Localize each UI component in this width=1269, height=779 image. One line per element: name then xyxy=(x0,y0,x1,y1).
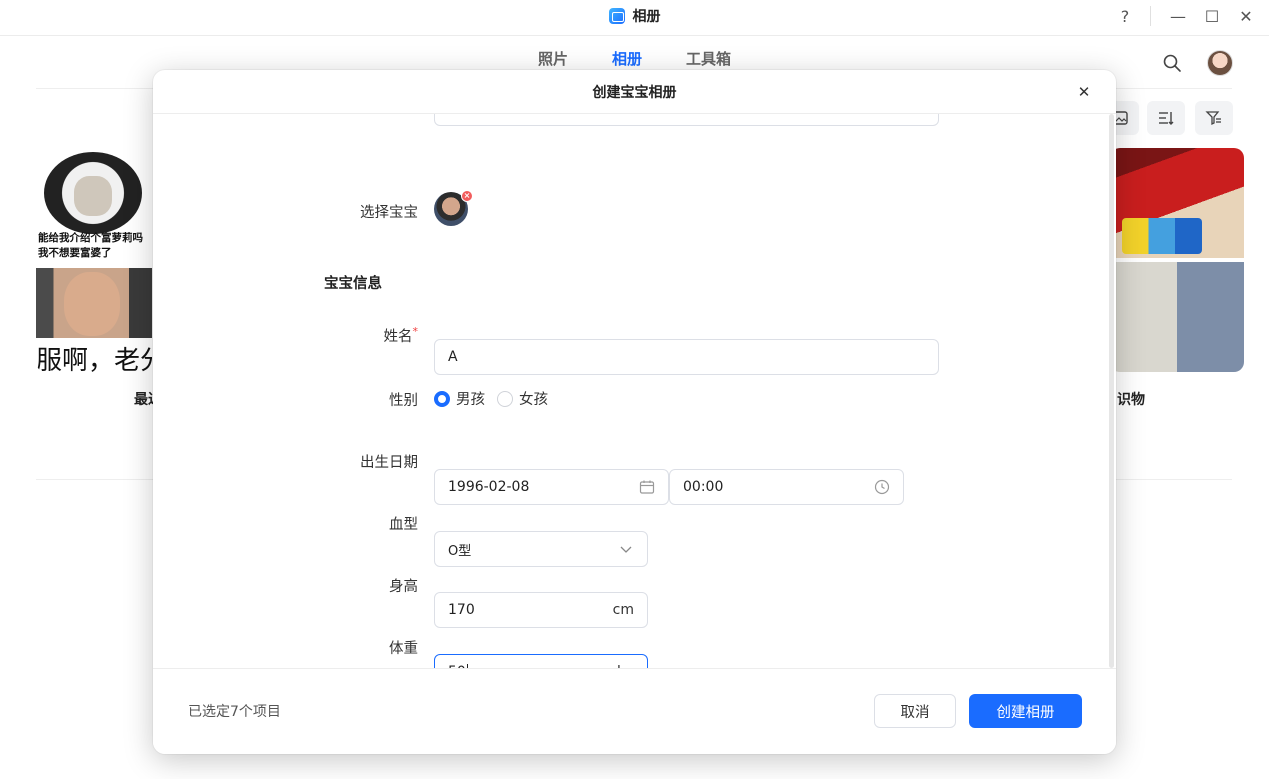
dialog-scroll-body[interactable]: 选择宝宝 × 宝宝信息 姓名* A 性别 男孩 女孩 出生日期 1996-02-… xyxy=(153,114,1116,668)
blood-type-select[interactable]: O型 xyxy=(434,531,648,567)
weight-label: 体重 xyxy=(389,641,418,657)
dialog-footer: 已选定7个项目 取消 创建相册 xyxy=(153,668,1116,754)
name-input[interactable]: A xyxy=(434,339,939,375)
name-label-text: 姓名 xyxy=(383,329,413,345)
gender-radio-group: 男孩 女孩 xyxy=(434,388,560,409)
cancel-button[interactable]: 取消 xyxy=(874,694,956,728)
weight-input[interactable]: 50 kg xyxy=(434,654,648,668)
radio-girl[interactable] xyxy=(497,390,513,407)
birth-date-value: 1996-02-08 xyxy=(448,479,530,495)
name-label: 姓名* xyxy=(153,325,419,346)
gender-label: 性别 xyxy=(389,393,418,409)
gender-option-girl[interactable]: 女孩 xyxy=(497,388,548,409)
remove-baby-icon[interactable]: × xyxy=(461,190,473,202)
dialog-scrollbar[interactable] xyxy=(1109,114,1114,668)
close-icon: ✕ xyxy=(1077,83,1091,101)
height-label: 身高 xyxy=(389,579,418,595)
clock-icon xyxy=(874,479,890,495)
section-title-baby-info: 宝宝信息 xyxy=(324,276,382,292)
cover-field-clipped[interactable] xyxy=(434,114,939,126)
blood-type-label: 血型 xyxy=(389,517,418,533)
birth-date-picker[interactable]: 1996-02-08 xyxy=(434,469,669,505)
radio-boy[interactable] xyxy=(434,390,450,407)
blood-type-value: O型 xyxy=(448,543,472,559)
create-baby-album-dialog: 创建宝宝相册 ✕ 选择宝宝 × 宝宝信息 姓名* A 性别 男孩 女孩 出生日期… xyxy=(153,70,1116,754)
calendar-icon xyxy=(639,479,655,495)
required-mark: * xyxy=(412,325,419,338)
birth-time-picker[interactable]: 00:00 xyxy=(669,469,904,505)
birth-time-value: 00:00 xyxy=(683,479,724,495)
gender-option-boy[interactable]: 男孩 xyxy=(434,388,485,409)
create-album-button[interactable]: 创建相册 xyxy=(969,694,1082,728)
chevron-down-icon xyxy=(618,541,634,557)
gender-option-boy-label: 男孩 xyxy=(456,392,485,408)
dialog-title: 创建宝宝相册 xyxy=(592,84,677,101)
selected-count-text: 已选定7个项目 xyxy=(188,704,281,720)
select-baby-label: 选择宝宝 xyxy=(360,205,418,221)
dialog-header: 创建宝宝相册 ✕ xyxy=(153,70,1116,114)
birth-date-label: 出生日期 xyxy=(360,455,418,471)
dialog-close-button[interactable]: ✕ xyxy=(1074,82,1094,102)
height-value: 170 xyxy=(448,602,475,618)
gender-option-girl-label: 女孩 xyxy=(519,392,548,408)
height-input[interactable]: 170 cm xyxy=(434,592,648,628)
name-input-value: A xyxy=(448,349,458,365)
height-unit: cm xyxy=(612,602,634,618)
